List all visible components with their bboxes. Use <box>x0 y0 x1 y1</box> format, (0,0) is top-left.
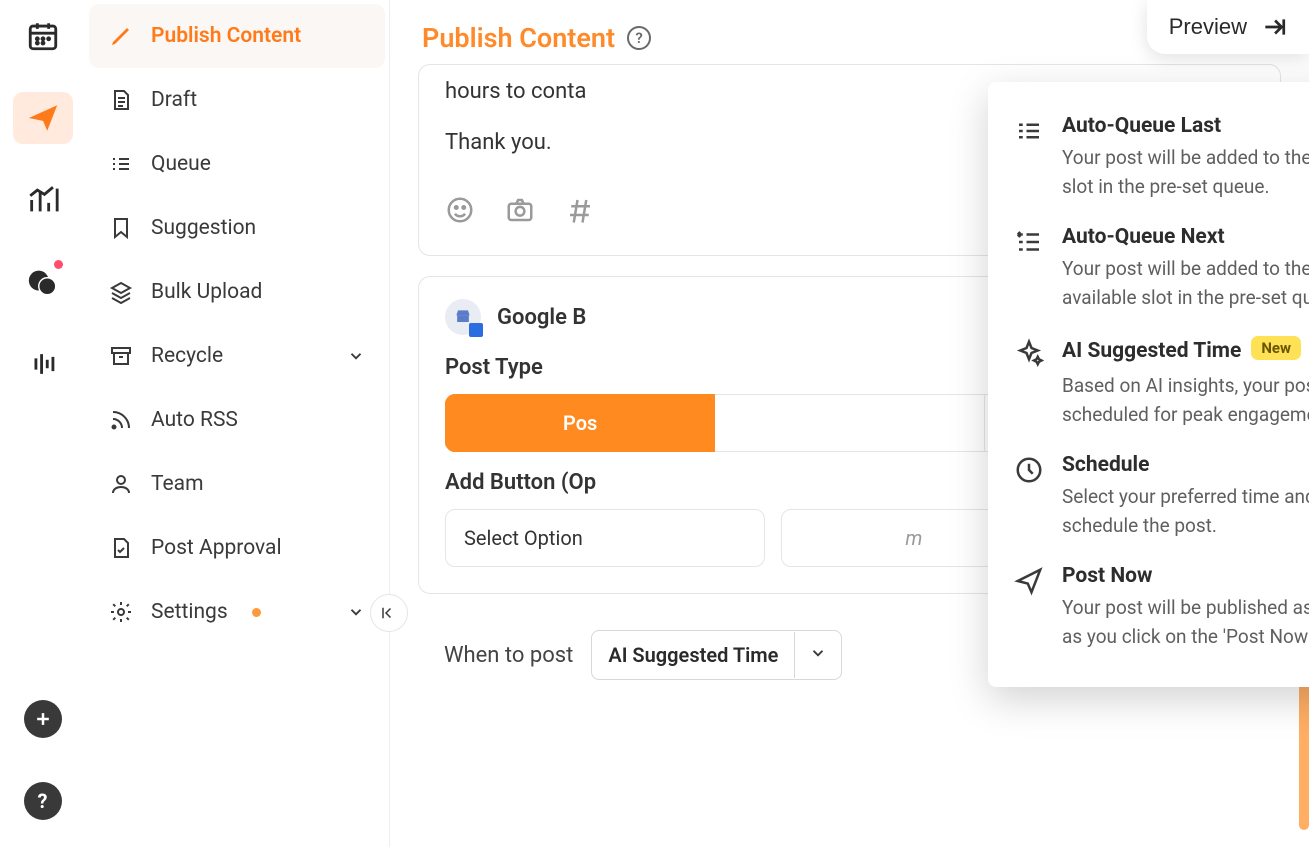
option-desc: Select your preferred time and date to s… <box>1062 483 1309 540</box>
plus-icon <box>33 709 53 729</box>
option-title: Auto-Queue Last <box>1062 114 1309 138</box>
nav-item-label: Team <box>151 472 204 496</box>
question-icon: ? <box>38 789 48 813</box>
file-check-icon <box>109 536 133 560</box>
option-post-now[interactable]: Post Now Your post will be published as … <box>1000 552 1309 663</box>
nav-publish-content[interactable]: Publish Content <box>89 4 385 68</box>
icon-rail: ? <box>0 0 85 847</box>
emoji-icon[interactable] <box>445 195 475 225</box>
option-title: Auto-Queue Next <box>1062 225 1309 249</box>
layers-icon <box>109 280 133 304</box>
gear-icon <box>109 600 133 624</box>
nav-item-label: Queue <box>151 152 211 176</box>
send-icon <box>26 101 60 135</box>
tab-label: Pos <box>563 411 597 435</box>
nav-queue[interactable]: Queue <box>89 132 385 196</box>
preview-label: Preview <box>1169 14 1247 40</box>
rail-chat[interactable] <box>13 256 73 308</box>
when-to-post-select[interactable]: AI Suggested Time <box>591 630 842 680</box>
nav-bulk-upload[interactable]: Bulk Upload <box>89 260 385 324</box>
nav-item-label: Suggestion <box>151 216 256 240</box>
rail-analytics[interactable] <box>13 174 73 226</box>
nav-item-label: Bulk Upload <box>151 280 262 304</box>
list-icon <box>109 152 133 176</box>
url-placeholder: m <box>905 526 922 550</box>
collapse-icon <box>380 604 398 622</box>
send-icon <box>1014 566 1044 596</box>
camera-icon[interactable] <box>505 195 535 225</box>
pencil-icon <box>109 24 133 48</box>
document-icon <box>109 88 133 112</box>
sparkle-icon <box>1014 338 1044 368</box>
when-to-post-dropdown: Auto-Queue Last Your post will be added … <box>988 82 1309 687</box>
arrow-right-icon <box>1261 14 1287 40</box>
queue-last-icon <box>1014 116 1044 146</box>
chart-icon <box>26 183 60 217</box>
nav-post-approval[interactable]: Post Approval <box>89 516 385 580</box>
clock-icon <box>1014 455 1044 485</box>
post-type-tab-middle[interactable]: · <box>715 394 983 452</box>
archive-icon <box>109 344 133 368</box>
calendar-icon <box>26 19 60 53</box>
hashtag-icon[interactable] <box>565 195 595 225</box>
option-desc: Your post will be published as soon as y… <box>1062 594 1309 651</box>
audio-wave-icon <box>26 347 60 381</box>
chevron-down-icon <box>347 347 365 365</box>
nav-item-label: Post Approval <box>151 536 282 560</box>
notification-dot-icon <box>54 260 63 269</box>
nav-draft[interactable]: Draft <box>89 68 385 132</box>
bookmark-icon <box>109 216 133 240</box>
new-badge: New <box>1251 336 1301 360</box>
status-dot-icon <box>252 608 261 617</box>
google-business-icon <box>445 299 481 335</box>
chat-icon <box>26 265 60 299</box>
option-auto-queue-last[interactable]: Auto-Queue Last Your post will be added … <box>1000 102 1309 213</box>
nav-item-label: Auto RSS <box>151 408 238 432</box>
nav-item-label: Publish Content <box>151 24 301 48</box>
page-title: Publish Content <box>422 22 615 54</box>
nav-item-label: Settings <box>151 600 228 624</box>
nav-item-label: Recycle <box>151 344 223 368</box>
nav-recycle[interactable]: Recycle <box>89 324 385 388</box>
when-to-post-label: When to post <box>444 643 573 668</box>
rail-calendar[interactable] <box>13 10 73 62</box>
button-select[interactable]: Select Option <box>445 509 765 567</box>
option-ai-suggested-time[interactable]: AI Suggested Time New Based on AI insigh… <box>1000 324 1309 441</box>
select-value: Select Option <box>464 526 583 550</box>
rail-add[interactable] <box>13 693 73 745</box>
nav-team[interactable]: Team <box>89 452 385 516</box>
preview-button[interactable]: Preview <box>1147 0 1309 54</box>
option-desc: Your post will be added to the first ava… <box>1062 255 1309 312</box>
post-type-tab-post[interactable]: Pos <box>445 394 715 452</box>
nav-settings[interactable]: Settings <box>89 580 385 644</box>
when-select-value: AI Suggested Time <box>592 631 794 679</box>
option-desc: Your post will be added to the last slot… <box>1062 144 1309 201</box>
option-desc: Based on AI insights, your post will be … <box>1062 372 1309 429</box>
option-schedule[interactable]: Schedule Select your preferred time and … <box>1000 441 1309 552</box>
side-nav: Publish Content Draft Queue Suggestion B… <box>85 0 390 847</box>
main-area: Publish Content ? Preview hours to conta… <box>390 0 1309 847</box>
rail-audio[interactable] <box>13 338 73 390</box>
collapse-sidebar-button[interactable] <box>370 594 408 632</box>
option-title: Schedule <box>1062 453 1309 477</box>
queue-next-icon <box>1014 227 1044 257</box>
nav-item-label: Draft <box>151 88 197 112</box>
option-title: AI Suggested Time <box>1062 339 1241 363</box>
person-icon <box>109 472 133 496</box>
rail-help[interactable]: ? <box>13 775 73 827</box>
nav-auto-rss[interactable]: Auto RSS <box>89 388 385 452</box>
help-icon[interactable]: ? <box>627 26 651 50</box>
option-title: Post Now <box>1062 564 1309 588</box>
rail-publish[interactable] <box>13 92 73 144</box>
chevron-down-icon <box>347 603 365 621</box>
chevron-down-icon <box>809 644 827 662</box>
nav-suggestion[interactable]: Suggestion <box>89 196 385 260</box>
card-title: Google B <box>497 305 586 330</box>
rss-icon <box>109 408 133 432</box>
option-auto-queue-next[interactable]: Auto-Queue Next Your post will be added … <box>1000 213 1309 324</box>
